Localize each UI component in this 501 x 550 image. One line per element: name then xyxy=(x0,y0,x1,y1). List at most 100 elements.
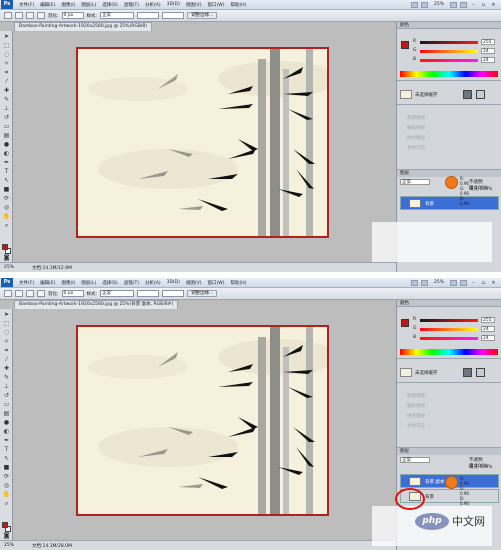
lasso-tool-icon[interactable]: ◌ xyxy=(2,329,11,336)
style-select[interactable]: 正常 xyxy=(100,290,135,297)
refine-edge-button[interactable]: 调整边缘... xyxy=(187,12,218,19)
brush-tool-icon[interactable]: ✎ xyxy=(2,96,11,103)
slider-r[interactable] xyxy=(420,41,478,44)
3d-rotate-icon[interactable]: ⟳ xyxy=(2,195,11,202)
action-item[interactable]: 新建快照 xyxy=(407,393,425,399)
blend-mode-select[interactable]: 正常 xyxy=(400,179,430,185)
hand-icon[interactable] xyxy=(450,1,457,8)
menu-select[interactable]: 选择(S) xyxy=(99,2,120,8)
layers-panel-tab[interactable]: 图层 xyxy=(397,448,501,455)
history-brush-icon[interactable]: ↺ xyxy=(2,114,11,121)
value-r[interactable]: 255 xyxy=(481,39,495,45)
type-tool-icon[interactable]: T xyxy=(2,446,11,453)
action-item[interactable]: 合并可见 xyxy=(407,423,425,429)
shape-tool-icon[interactable]: ■ xyxy=(2,186,11,193)
menu-select[interactable]: 选择(S) xyxy=(99,280,120,286)
gradient-icon[interactable]: ▤ xyxy=(2,132,11,139)
zoom-level[interactable]: 25% xyxy=(431,2,447,7)
color-spectrum-bar[interactable] xyxy=(400,349,498,355)
minimize-icon[interactable]: – xyxy=(470,280,477,286)
move-tool-icon[interactable]: ➤ xyxy=(2,311,11,318)
slider-g[interactable] xyxy=(420,50,478,53)
path-select-icon[interactable]: ↖ xyxy=(2,177,11,184)
menu-help[interactable]: 帮助(H) xyxy=(227,2,249,8)
blend-mode-select[interactable]: 正常 xyxy=(400,457,430,463)
zoom-tool-icon[interactable]: ⌕ xyxy=(2,500,11,507)
menu-3d[interactable]: 3D(D) xyxy=(164,280,183,285)
3d-rotate-icon[interactable]: ⟳ xyxy=(2,473,11,480)
status-zoom[interactable]: 25% xyxy=(4,265,14,270)
fill-readout[interactable]: 填充:100% xyxy=(469,186,492,192)
eyedropper-icon[interactable]: ⁄ xyxy=(2,356,11,363)
color-spectrum-bar[interactable] xyxy=(400,71,498,77)
action-item[interactable]: 合并可见 xyxy=(407,145,425,151)
document-canvas[interactable] xyxy=(76,47,329,238)
marquee-tool-icon[interactable]: ⬚ xyxy=(2,42,11,49)
restore-icon[interactable]: ▫ xyxy=(480,280,487,286)
arrange-icon[interactable] xyxy=(460,279,467,286)
menu-window[interactable]: 窗口(W) xyxy=(204,280,227,286)
quick-mask-icon[interactable]: ◙ xyxy=(2,254,11,261)
action-item[interactable]: 拼合图层 xyxy=(407,413,425,419)
pen-tool-icon[interactable]: ✒ xyxy=(2,159,11,166)
foreground-color-swatch[interactable] xyxy=(2,522,8,528)
menu-edit[interactable]: 编辑(E) xyxy=(37,280,58,286)
eraser-icon[interactable]: ▭ xyxy=(2,401,11,408)
crop-tool-icon[interactable]: ⌗ xyxy=(2,347,11,354)
color-panel-tab[interactable]: 颜色 xyxy=(397,300,501,307)
blur-icon[interactable]: ● xyxy=(2,141,11,148)
3d-orbit-icon[interactable]: ◎ xyxy=(2,482,11,489)
add-selection-icon[interactable] xyxy=(26,12,34,19)
crop-tool-icon[interactable]: ⌗ xyxy=(2,69,11,76)
subtract-selection-icon[interactable] xyxy=(37,12,45,19)
healing-brush-icon[interactable]: ✚ xyxy=(2,87,11,94)
color-panel-fg-swatch[interactable] xyxy=(401,319,409,327)
menu-help[interactable]: 帮助(H) xyxy=(227,280,249,286)
action-item[interactable]: 新建快照 xyxy=(407,115,425,121)
marquee-tool-icon[interactable] xyxy=(4,12,12,19)
menu-3d[interactable]: 3D(D) xyxy=(164,2,183,7)
new-selection-icon[interactable] xyxy=(15,290,23,297)
slider-b[interactable] xyxy=(420,59,478,62)
menu-filter[interactable]: 滤镜(T) xyxy=(121,2,142,8)
type-tool-icon[interactable]: T xyxy=(2,168,11,175)
marquee-tool-icon[interactable]: ⬚ xyxy=(2,320,11,327)
bridge-icon[interactable] xyxy=(410,279,418,286)
height-input[interactable] xyxy=(162,12,185,19)
action-item[interactable]: 删除快照 xyxy=(407,403,425,409)
history-snapshot-thumb[interactable] xyxy=(400,368,412,377)
move-tool-icon[interactable]: ➤ xyxy=(2,33,11,40)
menu-view[interactable]: 视图(V) xyxy=(183,280,205,286)
value-r[interactable]: 255 xyxy=(481,317,495,323)
document-canvas[interactable] xyxy=(76,325,329,516)
history-brush-icon[interactable]: ↺ xyxy=(2,392,11,399)
menu-layer[interactable]: 图层(L) xyxy=(78,280,99,286)
minibridge-icon[interactable] xyxy=(420,1,428,8)
history-snapshot-icon[interactable] xyxy=(476,90,485,99)
layer-name[interactable]: 背景 副本 xyxy=(425,479,444,485)
layer-row-background[interactable]: 背景 xyxy=(400,196,499,210)
path-select-icon[interactable]: ↖ xyxy=(2,455,11,462)
close-icon[interactable]: × xyxy=(490,2,497,8)
zoom-tool-icon[interactable]: ⌕ xyxy=(2,222,11,229)
bridge-icon[interactable] xyxy=(410,1,418,8)
document-tab[interactable]: Bamboo-Painting-Artwork-1920x2560.jpg @ … xyxy=(14,22,153,31)
menu-layer[interactable]: 图层(L) xyxy=(78,2,99,8)
color-panel-fg-swatch[interactable] xyxy=(401,41,409,49)
menu-edit[interactable]: 编辑(E) xyxy=(37,2,58,8)
fill-readout[interactable]: 填充:100% xyxy=(469,464,492,470)
zoom-level[interactable]: 25% xyxy=(431,280,447,285)
menu-image[interactable]: 图像(I) xyxy=(58,2,78,8)
history-new-doc-icon[interactable] xyxy=(463,368,472,377)
menu-view[interactable]: 视图(V) xyxy=(183,2,205,8)
foreground-color-swatch[interactable] xyxy=(2,244,8,250)
history-state-name[interactable]: 未选择缓存 xyxy=(415,370,438,376)
style-select[interactable]: 正常 xyxy=(100,12,135,19)
blur-icon[interactable]: ● xyxy=(2,419,11,426)
slider-r[interactable] xyxy=(420,319,478,322)
color-panel-tab[interactable]: 颜色 xyxy=(397,22,501,29)
feather-input[interactable]: 0 px xyxy=(61,290,84,297)
value-g[interactable]: 24 xyxy=(481,48,495,54)
history-state-name[interactable]: 未选择缓存 xyxy=(415,92,438,98)
menu-window[interactable]: 窗口(W) xyxy=(204,2,227,8)
